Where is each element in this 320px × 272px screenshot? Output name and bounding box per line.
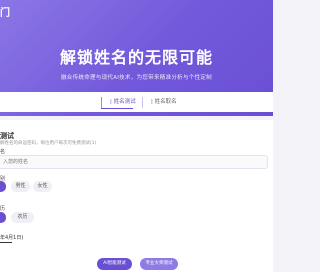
name-input[interactable] xyxy=(0,155,268,169)
calendar-field-label: 历 xyxy=(0,206,6,212)
name-field-label: 名 xyxy=(0,149,6,155)
tab-name-generate[interactable]: | 姓名取名 xyxy=(142,97,185,108)
brand-logo-text: 门 xyxy=(0,8,11,19)
birth-date-value[interactable]: 年4月1日) xyxy=(0,234,23,241)
birth-date-underline xyxy=(0,242,12,243)
app-page: 门 解锁姓名的无限可能 融合传统命理与现代AI技术，为您带来精准分析与个性定制 … xyxy=(0,0,273,272)
page-title: 解锁姓名的无限可能 xyxy=(59,48,213,67)
page-subtitle: 融合传统命理与现代AI技术，为您带来精准分析与个性定制 xyxy=(61,75,212,81)
active-tab-indicator xyxy=(101,108,133,109)
form-description: 解姓名的命运密码，每位用户每次可免费测试(1) xyxy=(0,141,97,146)
calendar-option-lunar[interactable]: 农历 xyxy=(11,212,34,223)
tab-bar: | 姓名测试 | 姓名取名 xyxy=(0,92,273,112)
master-test-button[interactable]: 专业大师测试 xyxy=(140,258,178,270)
gender-option-male[interactable]: 男性 xyxy=(11,181,30,192)
tab-name-test[interactable]: | 姓名测试 xyxy=(101,97,144,108)
ai-test-button[interactable]: AI智能测试 xyxy=(97,258,132,270)
gender-option-female[interactable]: 女性 xyxy=(33,181,52,192)
